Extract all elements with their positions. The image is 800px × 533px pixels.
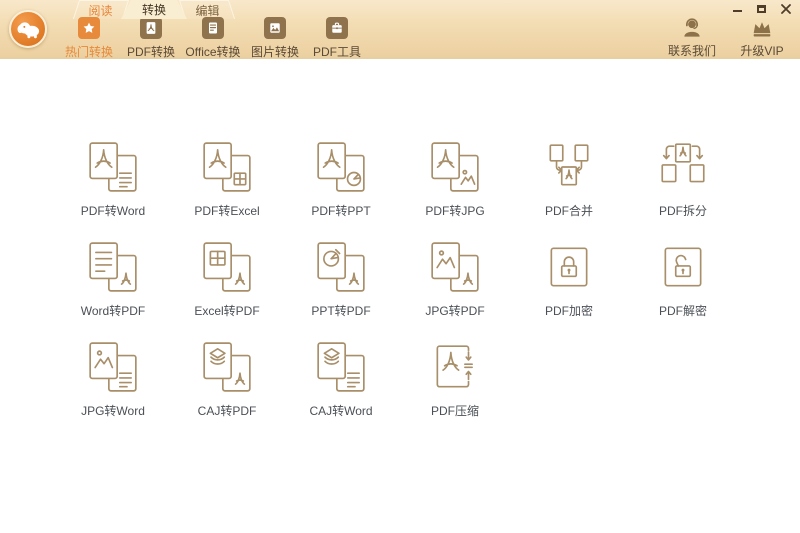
feature-label: JPG转Word xyxy=(81,404,145,418)
toolbar-item-label: Office转换 xyxy=(185,45,241,59)
contact-us-label: 联系我们 xyxy=(667,44,716,58)
maximize-icon xyxy=(757,4,766,13)
feature-label: JPG转PDF xyxy=(425,304,485,318)
feature-label: PDF压缩 xyxy=(430,404,479,418)
pdf-decrypt-icon xyxy=(656,240,710,294)
close-button[interactable] xyxy=(779,3,792,14)
feature-pdf-compress[interactable]: PDF压缩 xyxy=(398,340,512,440)
feature-pdf-merge[interactable]: PDF合并 xyxy=(512,140,626,240)
caj-to-pdf-icon xyxy=(200,340,254,394)
pdf-file-icon xyxy=(140,17,162,39)
pdf-to-jpg-icon xyxy=(428,140,482,194)
crown-icon xyxy=(753,22,771,37)
feature-label: PDF转Word xyxy=(80,204,146,218)
feature-label: Excel转PDF xyxy=(194,304,260,318)
feature-excel-to-pdf[interactable]: Excel转PDF xyxy=(170,240,284,340)
feature-pdf-split[interactable]: PDF拆分 xyxy=(626,140,740,240)
office-doc-icon xyxy=(202,17,224,39)
feature-pdf-encrypt[interactable]: PDF加密 xyxy=(512,240,626,340)
feature-label: PDF拆分 xyxy=(658,204,707,218)
toolbar-item-label: PDF工具 xyxy=(312,45,361,59)
pdf-merge-icon xyxy=(542,140,596,194)
ppt-to-pdf-icon xyxy=(314,240,368,294)
toolbar-item-label: PDF转换 xyxy=(126,45,175,59)
feature-caj-to-word[interactable]: CAJ转Word xyxy=(284,340,398,440)
feature-pdf-to-jpg[interactable]: PDF转JPG xyxy=(398,140,512,240)
caj-to-word-icon xyxy=(314,340,368,394)
header-right-group: 联系我们 升级VIP xyxy=(664,16,790,59)
feature-ppt-to-pdf[interactable]: PPT转PDF xyxy=(284,240,398,340)
minimize-icon xyxy=(733,9,742,12)
feature-label: PPT转PDF xyxy=(311,304,371,318)
upgrade-vip-button[interactable]: 升级VIP xyxy=(734,16,790,59)
word-to-pdf-icon xyxy=(86,240,140,294)
toolbar-item-label: 热门转换 xyxy=(64,45,113,59)
toolbar-item-pdf-tools[interactable]: PDF工具 xyxy=(306,17,368,60)
star-icon xyxy=(78,17,100,39)
toolbox-icon xyxy=(326,17,348,39)
pdf-to-word-icon xyxy=(86,140,140,194)
feature-caj-to-pdf[interactable]: CAJ转PDF xyxy=(170,340,284,440)
image-file-icon xyxy=(264,17,286,39)
jpg-to-pdf-icon xyxy=(428,240,482,294)
toolbar-item-pdf-convert[interactable]: PDF转换 xyxy=(120,17,182,60)
close-icon xyxy=(780,3,791,14)
toolbar-item-label: 图片转换 xyxy=(250,45,299,59)
feature-label: PDF转Excel xyxy=(194,204,260,218)
tab-convert[interactable]: 转换 xyxy=(121,0,187,19)
toolbar-item-office-convert[interactable]: Office转换 xyxy=(182,17,244,60)
toolbar: 热门转换 PDF转换 Office转换 图片转换 PDF工具 xyxy=(58,17,368,60)
pdf-to-excel-icon xyxy=(200,140,254,194)
feature-pdf-decrypt[interactable]: PDF解密 xyxy=(626,240,740,340)
feature-label: PDF合并 xyxy=(544,204,593,218)
feature-label: Word转PDF xyxy=(80,304,146,318)
pdf-compress-icon xyxy=(428,340,482,394)
feature-pdf-to-excel[interactable]: PDF转Excel xyxy=(170,140,284,240)
minimize-button[interactable] xyxy=(731,3,744,14)
upgrade-vip-label: 升级VIP xyxy=(740,44,784,58)
feature-jpg-to-pdf[interactable]: JPG转PDF xyxy=(398,240,512,340)
window-controls xyxy=(731,3,792,14)
feature-pdf-to-word[interactable]: PDF转Word xyxy=(56,140,170,240)
feature-label: PDF转PPT xyxy=(311,204,371,218)
pdf-encrypt-icon xyxy=(542,240,596,294)
toolbar-item-image-convert[interactable]: 图片转换 xyxy=(244,17,306,60)
feature-label: PDF解密 xyxy=(658,304,707,318)
feature-label: PDF转JPG xyxy=(425,204,485,218)
pdf-to-ppt-icon xyxy=(314,140,368,194)
feature-word-to-pdf[interactable]: Word转PDF xyxy=(56,240,170,340)
jpg-to-word-icon xyxy=(86,340,140,394)
excel-to-pdf-icon xyxy=(200,240,254,294)
feature-label: PDF加密 xyxy=(544,304,593,318)
maximize-button[interactable] xyxy=(755,3,768,14)
elephant-mascot-icon xyxy=(17,22,40,39)
tab-convert-label: 转换 xyxy=(142,3,167,17)
pdf-split-icon xyxy=(656,140,710,194)
title-bar: 阅读 转换 编辑 热门转换 PDF转换 Office转换 图片转换 PDF工具 … xyxy=(0,0,800,59)
contact-us-button[interactable]: 联系我们 xyxy=(664,16,720,59)
feature-jpg-to-word[interactable]: JPG转Word xyxy=(56,340,170,440)
toolbar-item-hot-convert[interactable]: 热门转换 xyxy=(58,17,120,60)
feature-label: CAJ转PDF xyxy=(197,404,257,418)
feature-label: CAJ转Word xyxy=(309,404,373,418)
feature-grid: PDF转Word PDF转Excel PDF转PPT PDF转JPG PDF合并… xyxy=(56,140,740,440)
app-logo[interactable] xyxy=(9,10,47,48)
feature-pdf-to-ppt[interactable]: PDF转PPT xyxy=(284,140,398,240)
headset-person-icon xyxy=(684,18,700,37)
